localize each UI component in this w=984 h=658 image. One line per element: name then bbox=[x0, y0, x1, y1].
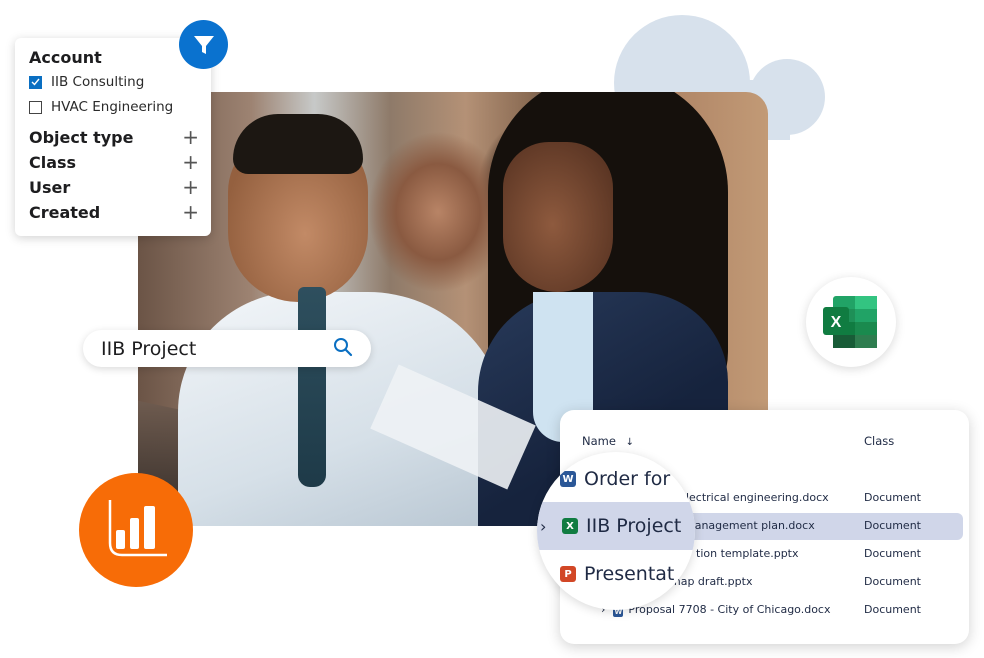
search-icon[interactable] bbox=[333, 337, 353, 361]
magnifier-lens: W Order for › X IIB Project P Presentat bbox=[537, 452, 695, 610]
table-row-name[interactable]: management plan.docx bbox=[684, 519, 815, 532]
account-heading: Account bbox=[29, 48, 102, 67]
search-input-value[interactable]: IIB Project bbox=[101, 338, 196, 360]
table-row-name[interactable]: tion template.pptx bbox=[696, 547, 799, 560]
bar-chart-icon bbox=[108, 500, 167, 557]
table-row-class: Document bbox=[864, 575, 921, 588]
photo-man-hair bbox=[233, 114, 363, 174]
plus-icon[interactable]: + bbox=[182, 202, 199, 222]
magnified-row-presentation[interactable]: P Presentat bbox=[537, 550, 695, 598]
section-label: Created bbox=[29, 202, 101, 222]
word-icon: W bbox=[560, 471, 576, 487]
excel-icon: X bbox=[823, 296, 877, 348]
filter-section-created[interactable]: Created + bbox=[29, 202, 199, 222]
plus-icon[interactable]: + bbox=[182, 127, 199, 147]
photo-woman-face bbox=[503, 142, 613, 292]
filter-section-user[interactable]: User + bbox=[29, 177, 199, 197]
sort-desc-icon[interactable]: ↓ bbox=[626, 437, 634, 448]
section-label: Object type bbox=[29, 127, 134, 147]
photo-tie bbox=[298, 287, 326, 487]
plus-icon[interactable]: + bbox=[182, 152, 199, 172]
section-label: Class bbox=[29, 152, 77, 172]
checkbox-checked[interactable] bbox=[29, 75, 42, 89]
chevron-right-icon[interactable]: › bbox=[540, 517, 558, 536]
filter-section-class[interactable]: Class + bbox=[29, 152, 199, 172]
filter-icon[interactable] bbox=[179, 20, 228, 69]
table-row-class: Document bbox=[864, 519, 921, 532]
analytics-badge bbox=[79, 473, 193, 587]
excel-badge: X bbox=[806, 277, 896, 367]
section-label: User bbox=[29, 177, 71, 197]
magnified-row-label: Presentat bbox=[584, 563, 675, 585]
table-row-class: Document bbox=[864, 547, 921, 560]
filter-panel: Account IIB Consulting HVAC Engineering … bbox=[15, 38, 211, 236]
table-row-name: Proposal 7708 - City of Chicago.docx bbox=[628, 603, 831, 616]
magnified-row-order-form[interactable]: W Order for bbox=[537, 455, 695, 503]
column-header-class[interactable]: Class bbox=[864, 434, 894, 448]
account-option-iib-consulting[interactable]: IIB Consulting bbox=[29, 74, 144, 90]
excel-icon: X bbox=[562, 518, 578, 534]
table-row-class: Document bbox=[864, 603, 921, 616]
magnified-row-label: IIB Project bbox=[586, 515, 682, 537]
option-label: IIB Consulting bbox=[51, 74, 145, 90]
search-input[interactable]: IIB Project bbox=[83, 330, 371, 367]
powerpoint-icon: P bbox=[560, 566, 576, 582]
table-row-class: Document bbox=[864, 491, 921, 504]
magnified-row-label: Order for bbox=[584, 468, 671, 490]
magnified-row-iib-project[interactable]: › X IIB Project bbox=[537, 502, 695, 550]
filter-section-object-type[interactable]: Object type + bbox=[29, 127, 199, 147]
option-label: HVAC Engineering bbox=[51, 99, 174, 115]
checkbox-unchecked[interactable] bbox=[29, 100, 42, 114]
column-header-name[interactable]: Name ↓ bbox=[582, 434, 634, 448]
account-option-hvac-engineering[interactable]: HVAC Engineering bbox=[29, 99, 173, 115]
svg-text:X: X bbox=[831, 314, 842, 331]
plus-icon[interactable]: + bbox=[182, 177, 199, 197]
table-row-name[interactable]: Electrical engineering.docx bbox=[679, 491, 829, 504]
column-header-name-label: Name bbox=[582, 434, 616, 448]
